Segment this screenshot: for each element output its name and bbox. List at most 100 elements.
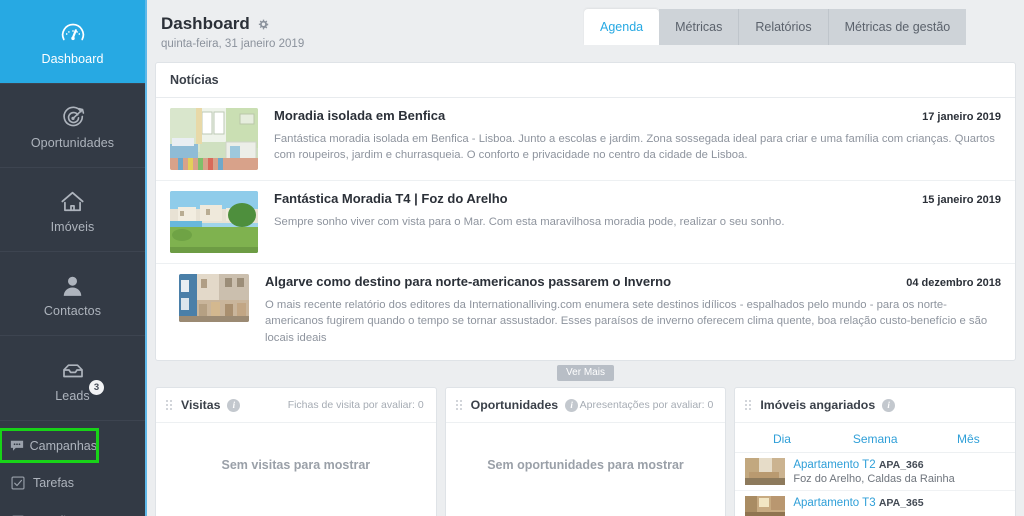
sidebar-item-label: Contactos — [43, 304, 102, 318]
property-title[interactable]: Apartamento T3 APA_365 — [793, 497, 923, 509]
sidebar-item-label: Leads — [55, 388, 90, 403]
drag-handle-icon[interactable] — [745, 399, 753, 411]
tab-agenda[interactable]: Agenda — [584, 9, 660, 45]
property-list-item[interactable]: Apartamento T2 APA_366 Foz do Arelho, Ca… — [735, 453, 1016, 492]
news-item[interactable]: Fantástica Moradia T4 | Foz do Arelho 15… — [156, 181, 1015, 264]
sidebar-item-tarefas[interactable]: Tarefas — [0, 467, 145, 499]
news-item[interactable]: Moradia isolada em Benfica 17 janeiro 20… — [156, 98, 1015, 181]
widget-oportunidades: Oportunidades i Apresentações por avalia… — [444, 387, 727, 516]
news-title-row: Fantástica Moradia T4 | Foz do Arelho 15… — [274, 191, 1001, 206]
property-title[interactable]: Apartamento T2 APA_366 — [793, 459, 954, 471]
top-bar: Dashboard quinta-feira, 31 janeiro 2019 — [147, 0, 1024, 62]
content-area: Notícias Moradia isolada em Benfica 17 j… — [147, 62, 1024, 516]
news-date: 15 janeiro 2019 — [922, 194, 1001, 206]
property-thumbnail — [745, 496, 786, 516]
target-icon — [60, 101, 86, 131]
sidebar-item-leads[interactable]: Leads 3 — [0, 336, 145, 420]
property-list-item[interactable]: Apartamento T3 APA_365 — [735, 491, 1015, 516]
info-icon[interactable]: i — [565, 398, 579, 412]
period-semana[interactable]: Semana — [829, 432, 922, 446]
property-text: Apartamento T3 APA_365 — [793, 496, 923, 509]
tab-metricas[interactable]: Métricas — [659, 9, 740, 45]
sidebar-item-label: Tarefas — [33, 476, 74, 490]
news-item[interactable]: Algarve como destino para norte-american… — [156, 264, 1015, 360]
property-name: Apartamento T2 — [793, 459, 876, 472]
page-date: quinta-feira, 31 janeiro 2019 — [161, 38, 305, 50]
property-ref: APA_365 — [878, 497, 924, 510]
sidebar-item-label: Oportunidades — [30, 136, 115, 150]
news-date: 04 dezembro 2018 — [906, 277, 1001, 289]
property-name: Apartamento T3 — [793, 497, 876, 510]
widget-row-primary: Visitas i Fichas de visita por avaliar: … — [155, 387, 1017, 516]
news-description: Sempre sonho viver com vista para o Mar.… — [274, 216, 785, 228]
sidebar-item-gestao-processos[interactable]: Gestão processos — [0, 505, 145, 516]
news-title-row: Moradia isolada em Benfica 17 janeiro 20… — [274, 108, 1001, 123]
drag-handle-icon[interactable] — [455, 399, 464, 411]
news-thumbnail — [170, 108, 258, 170]
gear-icon[interactable] — [256, 18, 269, 31]
sidebar-divider — [0, 420, 145, 421]
app-root: Dashboard Oportunidades Imóveis Contacto… — [0, 0, 1024, 516]
page-title-text: Dashboard — [161, 14, 250, 33]
sidebar-item-contactos[interactable]: Contactos — [0, 252, 145, 336]
inbox-icon — [60, 354, 86, 384]
news-description: Fantástica moradia isolada em Benfica - … — [274, 133, 995, 162]
widget-title: Imóveis angariados — [760, 398, 876, 413]
info-icon[interactable]: i — [882, 398, 896, 412]
widget-imoveis-angariados: Imóveis angariados i Dia Semana Mês Apar… — [734, 387, 1017, 516]
period-selector: Dia Semana Mês — [735, 423, 1016, 454]
news-body: Moradia isolada em Benfica 17 janeiro 20… — [274, 108, 1001, 170]
news-title[interactable]: Fantástica Moradia T4 | Foz do Arelho — [274, 191, 908, 206]
ver-mais-wrapper: Ver Mais — [155, 365, 1016, 382]
property-location: Foz do Arelho, Caldas da Rainha — [793, 473, 955, 486]
widget-title: Visitas — [181, 398, 221, 413]
period-mes[interactable]: Mês — [922, 432, 1015, 446]
checkbox-icon — [8, 476, 28, 490]
sidebar: Dashboard Oportunidades Imóveis Contacto… — [0, 0, 145, 516]
news-title[interactable]: Moradia isolada em Benfica — [274, 108, 908, 123]
property-text: Apartamento T2 APA_366 Foz do Arelho, Ca… — [793, 458, 954, 485]
news-title[interactable]: Algarve como destino para norte-american… — [265, 274, 892, 289]
sidebar-item-label: Imóveis — [50, 220, 95, 234]
widget-empty-message: Sem oportunidades para mostrar — [487, 457, 684, 472]
news-body: Fantástica Moradia T4 | Foz do Arelho 15… — [274, 191, 1001, 253]
widget-empty-message: Sem visitas para mostrar — [221, 457, 371, 472]
period-dia[interactable]: Dia — [735, 432, 828, 446]
news-heading: Notícias — [156, 63, 1015, 98]
person-icon — [60, 269, 85, 299]
news-thumbnail — [170, 191, 258, 253]
property-ref: APA_366 — [878, 459, 924, 472]
speech-bubble-icon — [9, 439, 25, 453]
speedometer-icon — [60, 17, 86, 47]
sidebar-item-dashboard[interactable]: Dashboard — [0, 0, 145, 84]
sidebar-item-campanhas[interactable]: Campanhas — [0, 428, 99, 463]
sidebar-item-imoveis[interactable]: Imóveis — [0, 168, 145, 252]
news-body: Algarve como destino para norte-american… — [265, 274, 1001, 346]
widget-header: Imóveis angariados i — [735, 388, 1016, 424]
sidebar-item-oportunidades[interactable]: Oportunidades — [0, 84, 145, 168]
news-title-row: Algarve como destino para norte-american… — [265, 274, 1001, 289]
title-block: Dashboard quinta-feira, 31 janeiro 2019 — [161, 8, 304, 50]
widget-meta: Fichas de visita por avaliar: 0 — [287, 399, 424, 412]
widget-header: Oportunidades i Apresentações por avalia… — [445, 388, 726, 424]
news-date: 17 janeiro 2019 — [922, 111, 1001, 123]
page-title: Dashboard — [161, 14, 304, 34]
tab-metricas-de-gestao[interactable]: Métricas de gestão — [828, 9, 967, 45]
tab-relatorios[interactable]: Relatórios — [739, 9, 829, 45]
widget-header: Visitas i Fichas de visita por avaliar: … — [156, 388, 436, 424]
info-icon[interactable]: i — [227, 398, 241, 412]
news-thumbnail — [179, 274, 249, 322]
main-area: Dashboard quinta-feira, 31 janeiro 2019 — [145, 0, 1024, 516]
house-icon — [59, 185, 86, 215]
leads-badge: 3 — [89, 380, 104, 395]
sidebar-item-label: Dashboard — [41, 52, 104, 66]
widget-meta: Apresentações por avaliar: 0 — [579, 399, 714, 412]
sidebar-item-label: Campanhas — [29, 438, 97, 453]
tab-bar: Agenda Métricas Relatórios Métricas de g… — [584, 9, 967, 45]
news-description: O mais recente relatório dos editores da… — [265, 299, 988, 344]
news-card: Notícias Moradia isolada em Benfica 17 j… — [155, 62, 1016, 362]
widget-visitas: Visitas i Fichas de visita por avaliar: … — [155, 387, 437, 516]
ver-mais-button[interactable]: Ver Mais — [557, 365, 614, 382]
widget-title: Oportunidades — [470, 398, 559, 413]
drag-handle-icon[interactable] — [166, 399, 174, 411]
